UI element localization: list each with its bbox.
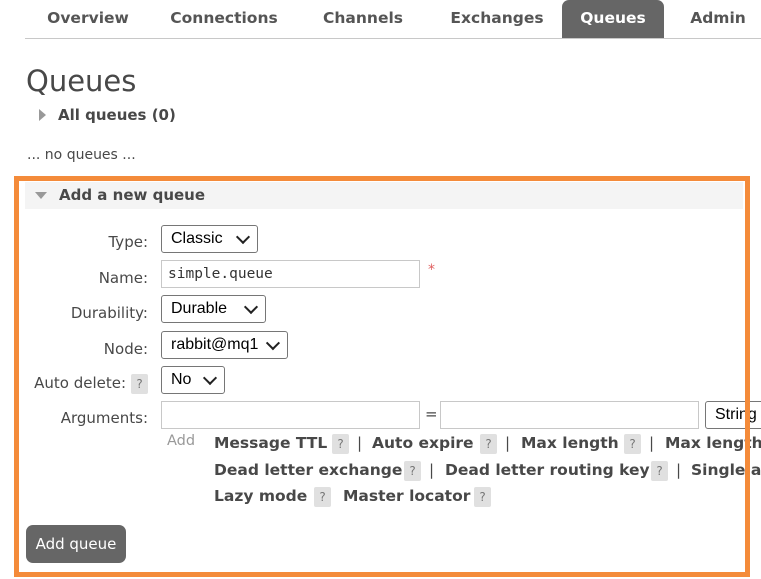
master-locator-link[interactable]: Master locator — [343, 487, 470, 505]
message-ttl-link[interactable]: Message TTL — [214, 434, 327, 452]
equals-sign: = — [425, 405, 438, 423]
separator: | — [676, 461, 682, 479]
type-select[interactable]: Classic — [161, 225, 258, 253]
all-queues-toggle[interactable]: All queues (0) — [39, 106, 176, 124]
add-queue-button[interactable]: Add queue — [26, 525, 126, 563]
lazy-mode-help-button[interactable]: ? — [314, 487, 331, 507]
node-label: Node: — [103, 340, 148, 358]
dead-letter-exchange-help-button[interactable]: ? — [404, 461, 421, 481]
auto-delete-label: Auto delete: — [34, 374, 126, 392]
durability-label: Durability: — [70, 304, 148, 322]
master-locator-help-button[interactable]: ? — [474, 487, 491, 507]
add-queue-toggle[interactable]: Add a new queue — [35, 186, 205, 204]
tab-overview[interactable]: Overview — [33, 0, 143, 38]
chevron-down-icon — [266, 335, 281, 350]
node-value: rabbit@mq1 — [171, 336, 259, 353]
type-label: Type: — [108, 233, 148, 251]
separator: | — [357, 434, 363, 452]
dead-letter-routing-key-link[interactable]: Dead letter routing key — [445, 461, 650, 479]
page-title: Queues — [26, 64, 137, 98]
name-label: Name: — [98, 269, 148, 287]
separator: | — [649, 434, 655, 452]
tab-queues[interactable]: Queues — [562, 0, 664, 38]
max-length-bytes-link[interactable]: Max length — [665, 434, 761, 452]
tab-connections[interactable]: Connections — [159, 0, 289, 38]
auto-delete-help-button[interactable]: ? — [131, 374, 148, 394]
chevron-down-icon — [235, 229, 251, 244]
durability-value: Durable — [171, 300, 228, 317]
required-marker: * — [428, 262, 435, 278]
node-select[interactable]: rabbit@mq1 — [161, 331, 288, 359]
argument-type-value: String — [715, 406, 757, 423]
add-argument-label: Add — [167, 433, 196, 449]
argument-type-select-wrap: String — [705, 401, 761, 429]
chevron-down-icon — [202, 370, 218, 385]
collapsed-triangle-icon — [39, 109, 46, 121]
tab-exchanges[interactable]: Exchanges — [432, 0, 562, 38]
add-queue-header: Add a new queue — [59, 186, 206, 204]
all-queues-label: All queues (0) — [58, 106, 176, 124]
argument-type-select[interactable]: String — [705, 401, 761, 429]
tab-channels[interactable]: Channels — [308, 0, 418, 38]
type-value: Classic — [171, 230, 223, 247]
argument-key-input[interactable] — [161, 401, 420, 429]
chevron-down-icon — [243, 299, 259, 314]
dead-letter-routing-key-help-button[interactable]: ? — [651, 461, 668, 481]
name-input[interactable]: simple.queue — [161, 260, 420, 288]
dead-letter-exchange-link[interactable]: Dead letter exchange — [214, 461, 402, 479]
auto-delete-select[interactable]: No — [161, 366, 225, 394]
lazy-mode-link[interactable]: Lazy mode — [214, 487, 307, 505]
top-nav: Overview Connections Channels Exchanges … — [25, 0, 761, 39]
argument-value-input[interactable] — [440, 401, 699, 429]
max-length-link[interactable]: Max length — [521, 434, 619, 452]
tab-admin[interactable]: Admin — [680, 0, 756, 38]
arguments-label: Arguments: — [60, 409, 148, 427]
max-length-bytes-clip: Max length — [665, 430, 761, 456]
message-ttl-help-button[interactable]: ? — [332, 434, 349, 454]
single-active-clip: Single ac — [691, 457, 761, 483]
auto-expire-help-button[interactable]: ? — [480, 434, 497, 454]
durability-select[interactable]: Durable — [161, 295, 266, 323]
no-queues-text: ... no queues ... — [27, 147, 136, 163]
auto-delete-value: No — [171, 371, 192, 388]
separator: | — [505, 434, 511, 452]
max-length-help-button[interactable]: ? — [624, 434, 641, 454]
single-active-consumer-link[interactable]: Single ac — [691, 461, 761, 479]
separator: | — [429, 461, 435, 479]
auto-expire-link[interactable]: Auto expire — [372, 434, 474, 452]
expanded-triangle-icon — [35, 191, 47, 199]
